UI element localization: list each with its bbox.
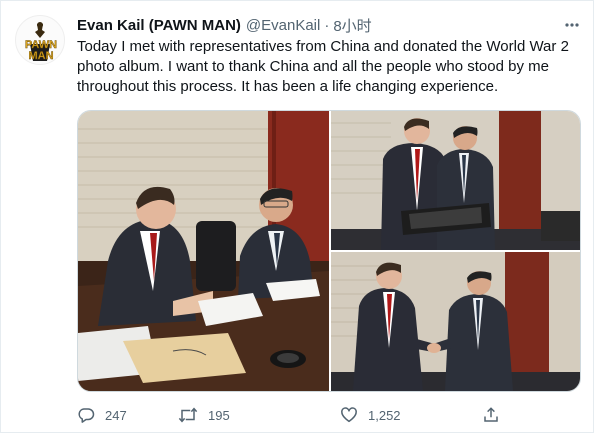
media-grid xyxy=(77,110,581,392)
reply-count: 247 xyxy=(105,407,127,423)
pawn-man-logo: PAWN MAN xyxy=(25,22,57,62)
display-name[interactable]: Evan Kail (PAWN MAN) xyxy=(77,17,241,34)
share-button[interactable] xyxy=(482,404,500,426)
retweet-count: 195 xyxy=(208,407,230,423)
photo-signing[interactable] xyxy=(78,111,329,391)
share-icon xyxy=(484,407,498,422)
like-icon xyxy=(341,407,357,423)
reply-icon xyxy=(78,408,95,423)
user-handle[interactable]: @EvanKail xyxy=(246,17,320,34)
photo-handshake[interactable] xyxy=(331,252,580,391)
separator-dot: · xyxy=(324,16,330,34)
like-count: 1,252 xyxy=(368,407,401,423)
tweet-card: PAWN MAN Evan Kail (PAWN MAN) @EvanKail … xyxy=(0,0,594,433)
handshake-image xyxy=(331,252,580,391)
signing-image xyxy=(78,111,329,391)
tweet-text: Today I met with representatives from Ch… xyxy=(77,38,569,95)
svg-text:MAN: MAN xyxy=(28,50,53,62)
album-image xyxy=(331,111,580,250)
retweet-button[interactable]: 195 xyxy=(178,404,230,426)
avatar[interactable]: PAWN MAN xyxy=(15,15,65,65)
more-options-button[interactable] xyxy=(561,14,583,36)
timestamp[interactable]: 8小时 xyxy=(333,15,371,36)
tweet-header: Evan Kail (PAWN MAN) @EvanKail · 8小时 xyxy=(77,15,372,35)
photo-album[interactable] xyxy=(331,111,580,250)
retweet-icon xyxy=(178,407,198,423)
action-bar: 247 195 1,252 xyxy=(77,404,507,426)
like-button[interactable]: 1,252 xyxy=(340,404,401,426)
more-icon xyxy=(565,23,579,27)
reply-button[interactable]: 247 xyxy=(77,404,127,426)
